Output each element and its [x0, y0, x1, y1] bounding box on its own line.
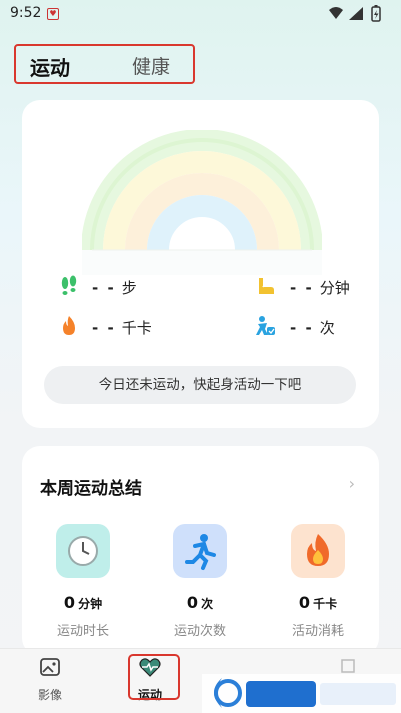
weekly-summary-card[interactable]: 本周运动总结 › 0 分钟 运动时长 0次 运动次数 0 千卡 活动消耗: [22, 446, 379, 656]
nav-item-images[interactable]: 影像: [20, 655, 80, 703]
no-activity-hint: 今日还未运动，快起身活动一下吧: [44, 366, 356, 404]
signal-icon: [349, 7, 363, 20]
status-bar: 9:52 ♥: [0, 0, 401, 28]
calories-unit: 千卡: [121, 319, 152, 337]
footprints-icon: [61, 275, 77, 295]
tab-health[interactable]: 健康: [132, 52, 170, 79]
nav-label-images: 影像: [37, 688, 62, 702]
steps-unit: 步: [121, 279, 137, 297]
chevron-right-icon[interactable]: ›: [349, 474, 355, 493]
nav-highlight-box: [128, 654, 180, 700]
duration-label: 运动时长: [56, 624, 109, 639]
stat-times: - -次: [290, 317, 335, 338]
metric-calories: 0 千卡 活动消耗: [273, 524, 363, 639]
burn-unit: 千卡: [313, 597, 338, 611]
count-label: 运动次数: [173, 624, 226, 639]
burn-value: 0: [298, 593, 311, 612]
heart-notification-icon: ♥: [47, 8, 59, 20]
tab-exercise[interactable]: 运动: [30, 52, 70, 81]
status-icons: [329, 5, 381, 22]
rainbow-rings: [82, 130, 322, 275]
duration-value: 0: [63, 593, 76, 612]
steps-value: - -: [92, 279, 116, 297]
calories-value: - -: [92, 319, 116, 337]
status-time: 9:52: [10, 5, 42, 21]
metric-duration: 0 分钟 运动时长: [38, 524, 128, 639]
minutes-value: - -: [290, 279, 314, 297]
wifi-icon: [329, 7, 343, 19]
stat-minutes: - - 分钟: [290, 277, 350, 298]
running-icon: [173, 524, 227, 578]
burn-label: 活动消耗: [291, 624, 344, 639]
watermark-logo: [202, 659, 401, 713]
count-value: 0: [186, 593, 199, 612]
minutes-unit: 分钟: [319, 279, 350, 297]
metric-count: 0次 运动次数: [155, 524, 245, 639]
stat-calories: - - 千卡: [92, 317, 152, 338]
clock-icon: [56, 524, 110, 578]
image-icon: [40, 658, 60, 676]
stat-steps: - -步: [92, 277, 137, 298]
summary-title: 本周运动总结: [40, 479, 142, 499]
activity-person-icon: [256, 316, 275, 335]
duration-unit: 分钟: [78, 597, 103, 611]
times-unit: 次: [319, 319, 335, 337]
flame-icon: [63, 316, 75, 335]
top-tabs: 运动 健康: [14, 44, 195, 84]
count-unit: 次: [201, 597, 214, 611]
flexed-arm-icon: [259, 278, 274, 294]
times-value: - -: [290, 319, 314, 337]
activity-rings-card[interactable]: - - 步 - - 分钟 - - 千卡 - - 次 今日还未运动，快起身活动一下吧: [22, 100, 379, 428]
flame-icon: [291, 524, 345, 578]
